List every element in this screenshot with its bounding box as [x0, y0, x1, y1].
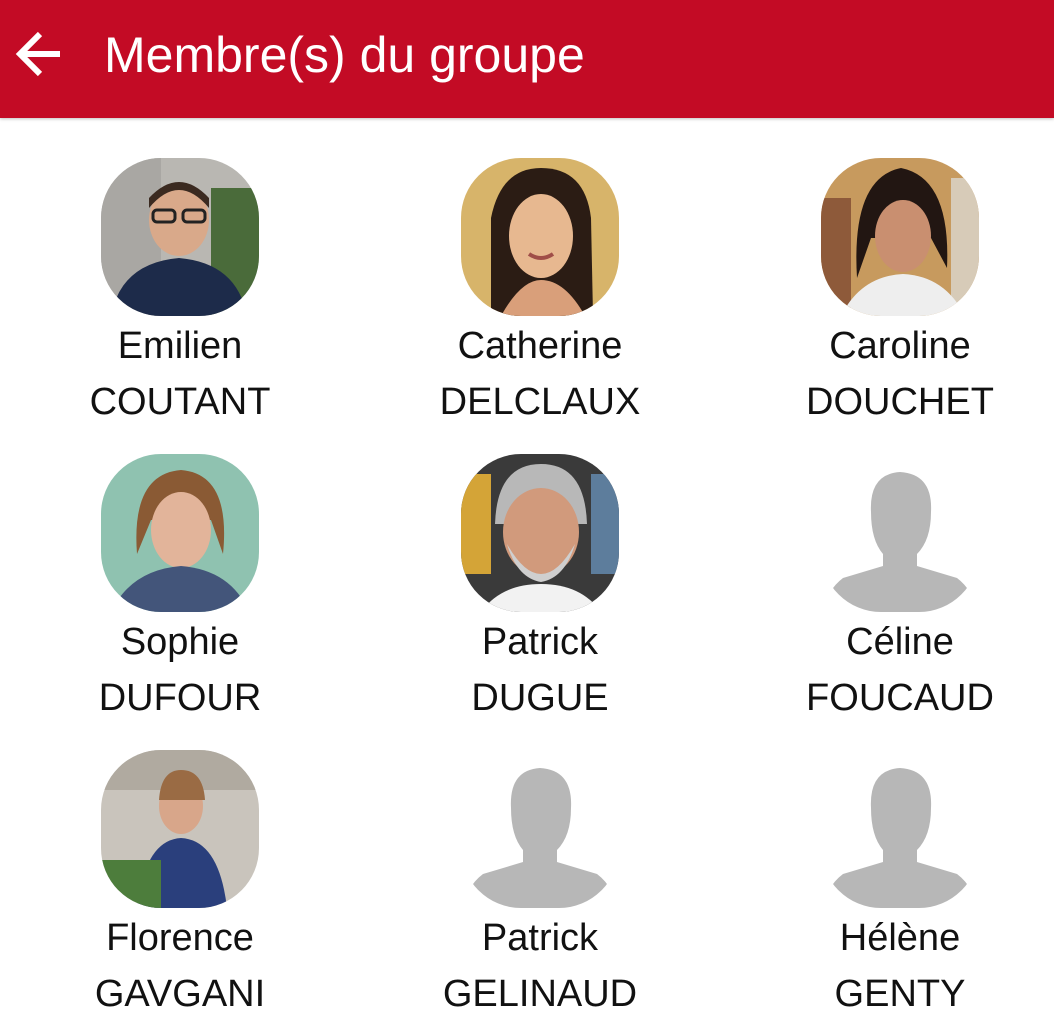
member-first-name: Caroline	[829, 325, 971, 367]
default-avatar-icon	[461, 750, 619, 908]
avatar	[101, 750, 259, 908]
app-bar: Membre(s) du groupe	[0, 0, 1054, 118]
member-last-name: GELINAUD	[442, 973, 638, 1015]
member-first-name: Patrick	[481, 621, 599, 663]
avatar	[821, 158, 979, 316]
member-first-name: Catherine	[457, 325, 623, 367]
member-first-name: Céline	[846, 621, 954, 663]
page-title: Membre(s) du groupe	[104, 27, 585, 83]
member-card[interactable]: Florence GAVGANI	[0, 710, 360, 1015]
back-button[interactable]	[8, 22, 72, 86]
avatar	[101, 454, 259, 612]
member-card[interactable]: Catherine DELCLAUX	[360, 118, 720, 423]
avatar	[461, 454, 619, 612]
member-last-name: GAVGANI	[94, 973, 266, 1015]
member-last-name: GENTY	[834, 973, 966, 1015]
members-grid: Emilien COUTANT Catherine DELCLAUX Carol…	[0, 118, 1054, 1032]
member-first-name: Florence	[106, 917, 254, 959]
avatar	[101, 158, 259, 316]
default-avatar-icon	[821, 454, 979, 612]
member-card[interactable]: Patrick GELINAUD	[360, 710, 720, 1015]
member-first-name: Patrick	[481, 917, 599, 959]
member-card[interactable]: Sophie DUFOUR	[0, 414, 360, 719]
member-first-name: Sophie	[120, 621, 240, 663]
member-card[interactable]: Hélène GENTY	[720, 710, 1054, 1015]
member-first-name: Hélène	[839, 917, 961, 959]
member-card[interactable]: Patrick DUGUE	[360, 414, 720, 719]
arrow-back-icon	[15, 31, 60, 77]
member-card[interactable]: Caroline DOUCHET	[720, 118, 1054, 423]
default-avatar-icon	[821, 750, 979, 908]
member-card[interactable]: Céline FOUCAUD	[720, 414, 1054, 719]
member-first-name: Emilien	[117, 325, 243, 367]
member-card[interactable]: Emilien COUTANT	[0, 118, 360, 423]
avatar	[461, 158, 619, 316]
